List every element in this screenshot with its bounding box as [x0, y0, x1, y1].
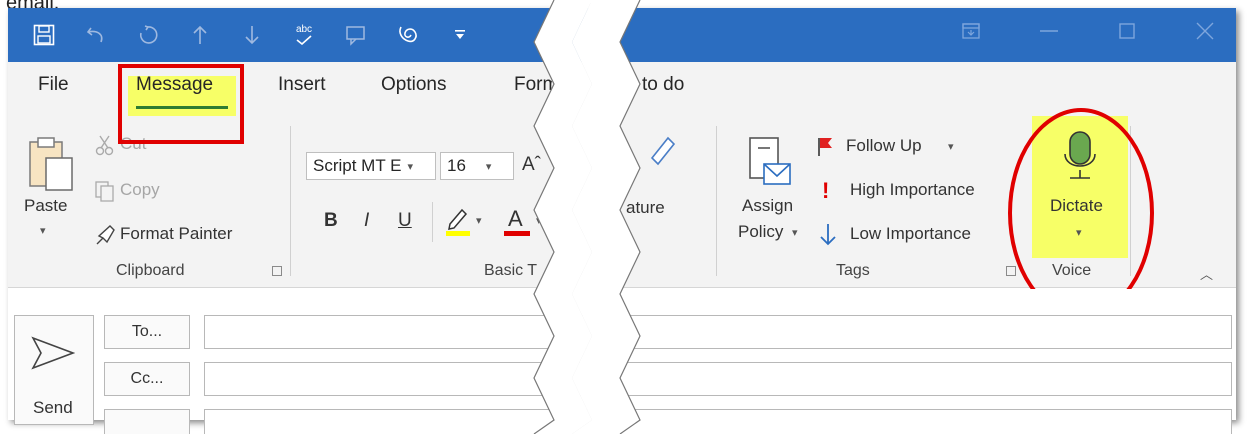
- bold-button[interactable]: B: [324, 210, 338, 232]
- minimize-icon[interactable]: [1036, 18, 1062, 44]
- chevron-down-icon: ▾: [792, 227, 798, 239]
- arrow-down-icon: [820, 224, 836, 246]
- group-label-tags: Tags: [836, 262, 870, 279]
- dictate-callout-circle: [1008, 108, 1154, 318]
- chevron-down-icon: ▾: [948, 141, 954, 153]
- cc-input[interactable]: [204, 362, 1232, 396]
- chevron-down-icon: ▾: [536, 215, 542, 227]
- assign-policy-button[interactable]: Assign Policy ▾: [730, 134, 814, 254]
- copy-icon: [95, 181, 114, 202]
- highlighter-icon: [446, 208, 470, 236]
- redo-icon[interactable]: [134, 21, 162, 49]
- chevron-down-icon: ▾: [485, 160, 492, 173]
- font-name-value: Script MT E: [313, 156, 402, 175]
- arrow-up-icon[interactable]: [186, 21, 214, 49]
- copy-button[interactable]: Copy: [94, 178, 184, 208]
- tab-format-text[interactable]: Form: [514, 74, 558, 96]
- font-size-combo[interactable]: 16 ▾: [440, 152, 514, 180]
- scissors-icon: [95, 135, 114, 156]
- tab-options[interactable]: Options: [381, 74, 446, 96]
- to-input[interactable]: [204, 315, 1232, 349]
- signature-icon[interactable]: [648, 134, 678, 168]
- highlight-color-button[interactable]: ▾: [444, 206, 492, 240]
- tab-tell-me[interactable]: to do: [642, 74, 684, 96]
- policy-icon: [749, 137, 791, 185]
- font-color-letter: A: [508, 206, 523, 231]
- message-tab-callout-box: [118, 64, 244, 144]
- window-controls: [958, 18, 1218, 44]
- collapse-ribbon-icon[interactable]: ︿: [1200, 264, 1213, 283]
- comment-icon[interactable]: [342, 21, 370, 49]
- font-size-value: 16: [447, 156, 466, 175]
- tab-file[interactable]: File: [38, 74, 69, 96]
- group-divider: [290, 126, 291, 276]
- title-bar: abc: [8, 8, 1236, 62]
- format-painter-button[interactable]: Format Painter: [94, 222, 274, 252]
- paste-dropdown-icon[interactable]: ▾: [40, 224, 46, 237]
- font-color-swatch: [504, 231, 530, 236]
- cc-button[interactable]: Cc...: [104, 362, 190, 396]
- ribbon-display-options-icon[interactable]: [958, 18, 984, 44]
- font-color-button[interactable]: A ▾: [504, 206, 552, 240]
- send-button[interactable]: Send: [14, 315, 94, 425]
- exclamation-icon: !: [822, 178, 830, 203]
- low-importance-button[interactable]: Low Importance: [816, 222, 1006, 252]
- group-label-basic-text: Basic T: [484, 262, 538, 279]
- flag-icon: [818, 138, 832, 156]
- underline-button[interactable]: U: [398, 210, 412, 232]
- italic-button[interactable]: I: [364, 210, 369, 232]
- quick-access-toolbar: abc: [30, 18, 474, 52]
- save-icon[interactable]: [30, 21, 58, 49]
- follow-up-button[interactable]: Follow Up ▾: [816, 134, 976, 164]
- editor-icon[interactable]: [394, 21, 422, 49]
- divider: [432, 202, 433, 242]
- maximize-icon[interactable]: [1114, 18, 1140, 44]
- clipboard-icon: [29, 137, 73, 191]
- signature-label[interactable]: ature: [626, 198, 665, 218]
- chevron-down-icon: ▾: [407, 160, 414, 173]
- high-importance-button[interactable]: ! High Importance: [816, 178, 1016, 208]
- chevron-down-icon: ▾: [476, 215, 482, 227]
- bcc-button[interactable]: [104, 409, 190, 434]
- tab-insert[interactable]: Insert: [278, 74, 326, 96]
- close-icon[interactable]: [1192, 18, 1218, 44]
- group-divider: [716, 126, 717, 276]
- spelling-check-icon[interactable]: abc: [290, 21, 318, 49]
- paste-button[interactable]: Paste ▾: [18, 132, 78, 262]
- group-label-clipboard: Clipboard: [116, 262, 185, 279]
- arrow-down-icon[interactable]: [238, 21, 266, 49]
- outlook-message-window: abc File Insert Options Form to do Paste…: [8, 8, 1236, 434]
- compose-header: Send To... Cc...: [8, 289, 1236, 434]
- send-arrow-icon: [31, 336, 75, 370]
- paintbrush-icon: [96, 225, 115, 245]
- grow-font-icon[interactable]: Aˆ: [522, 154, 541, 176]
- customize-dropdown-icon[interactable]: [446, 21, 474, 49]
- clipboard-launcher-icon[interactable]: [272, 266, 282, 276]
- font-name-combo[interactable]: Script MT E ▾: [306, 152, 436, 180]
- tags-launcher-icon[interactable]: [1006, 266, 1016, 276]
- to-button[interactable]: To...: [104, 315, 190, 349]
- subject-input[interactable]: [204, 409, 1232, 434]
- undo-icon[interactable]: [82, 21, 110, 49]
